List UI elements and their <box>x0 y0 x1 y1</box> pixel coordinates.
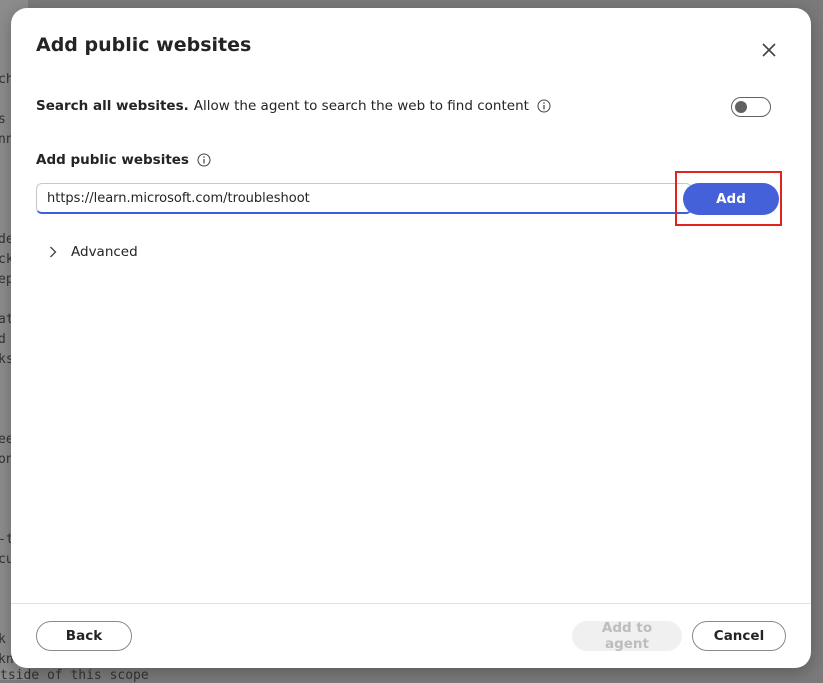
search-all-websites-row: Search all websites. Allow the agent to … <box>36 98 551 114</box>
background-fragment: d <box>0 332 6 347</box>
dialog-title: Add public websites <box>36 34 252 56</box>
search-all-description: Allow the agent to search the web to fin… <box>193 98 529 114</box>
advanced-label: Advanced <box>71 244 138 260</box>
website-url-input[interactable] <box>36 183 692 214</box>
info-icon[interactable] <box>197 153 211 167</box>
add-public-websites-label: Add public websites <box>36 152 189 168</box>
background-fragment: s <box>0 112 6 127</box>
search-all-toggle[interactable] <box>731 97 771 117</box>
footer-divider <box>11 603 811 604</box>
close-button[interactable] <box>757 38 781 62</box>
background-fragment: k <box>0 632 6 647</box>
back-button[interactable]: Back <box>36 621 132 651</box>
background-bottom-text: tside of this scope <box>0 668 149 683</box>
advanced-expander[interactable]: Advanced <box>49 244 138 260</box>
add-button[interactable]: Add <box>683 183 779 215</box>
info-icon[interactable] <box>537 99 551 113</box>
cancel-button[interactable]: Cancel <box>692 621 786 651</box>
search-all-label: Search all websites. <box>36 98 189 114</box>
chevron-right-icon <box>49 246 57 258</box>
toggle-knob <box>735 101 747 113</box>
websites-label-row: Add public websites <box>36 152 211 168</box>
add-websites-dialog: Add public websites Search all websites.… <box>11 8 811 668</box>
close-icon <box>762 43 776 57</box>
add-to-agent-button[interactable]: Add to agent <box>572 620 682 652</box>
